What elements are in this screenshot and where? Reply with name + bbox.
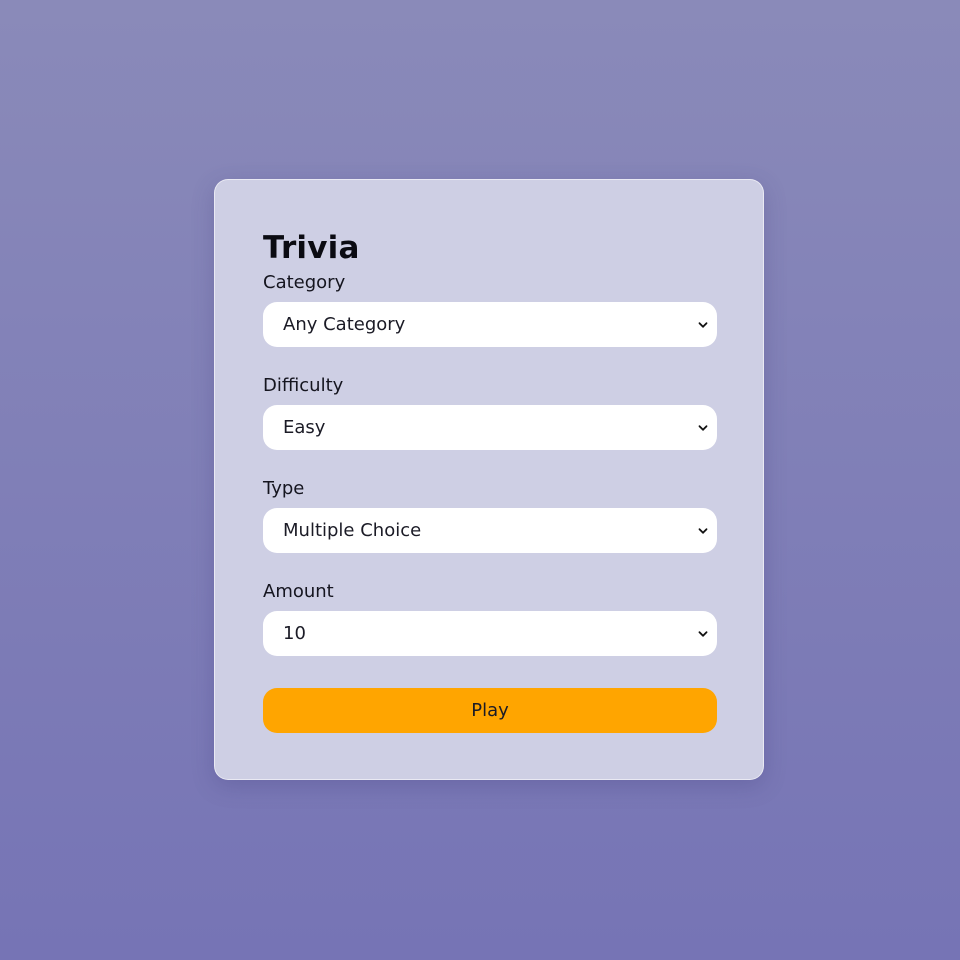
- category-select[interactable]: Any Category: [263, 302, 717, 347]
- chevron-down-icon: [697, 628, 709, 640]
- type-label: Type: [263, 478, 305, 499]
- page-title: Trivia: [263, 230, 360, 266]
- type-field: Type Multiple Choice: [263, 478, 717, 553]
- difficulty-select[interactable]: Easy: [263, 405, 717, 450]
- type-select[interactable]: Multiple Choice: [263, 508, 717, 553]
- chevron-down-icon: [697, 422, 709, 434]
- difficulty-select-value: Easy: [283, 417, 326, 438]
- amount-label: Amount: [263, 581, 334, 602]
- play-button[interactable]: Play: [263, 688, 717, 733]
- chevron-down-icon: [697, 319, 709, 331]
- difficulty-field: Difficulty Easy: [263, 375, 717, 450]
- category-select-value: Any Category: [283, 314, 406, 335]
- category-field: Category Any Category: [263, 272, 717, 347]
- category-label: Category: [263, 272, 346, 293]
- amount-field: Amount 10: [263, 581, 717, 656]
- trivia-card: Trivia Category Any Category Difficulty …: [214, 179, 764, 780]
- type-select-value: Multiple Choice: [283, 520, 422, 541]
- amount-select-value: 10: [283, 623, 306, 644]
- amount-select[interactable]: 10: [263, 611, 717, 656]
- chevron-down-icon: [697, 525, 709, 537]
- difficulty-label: Difficulty: [263, 375, 344, 396]
